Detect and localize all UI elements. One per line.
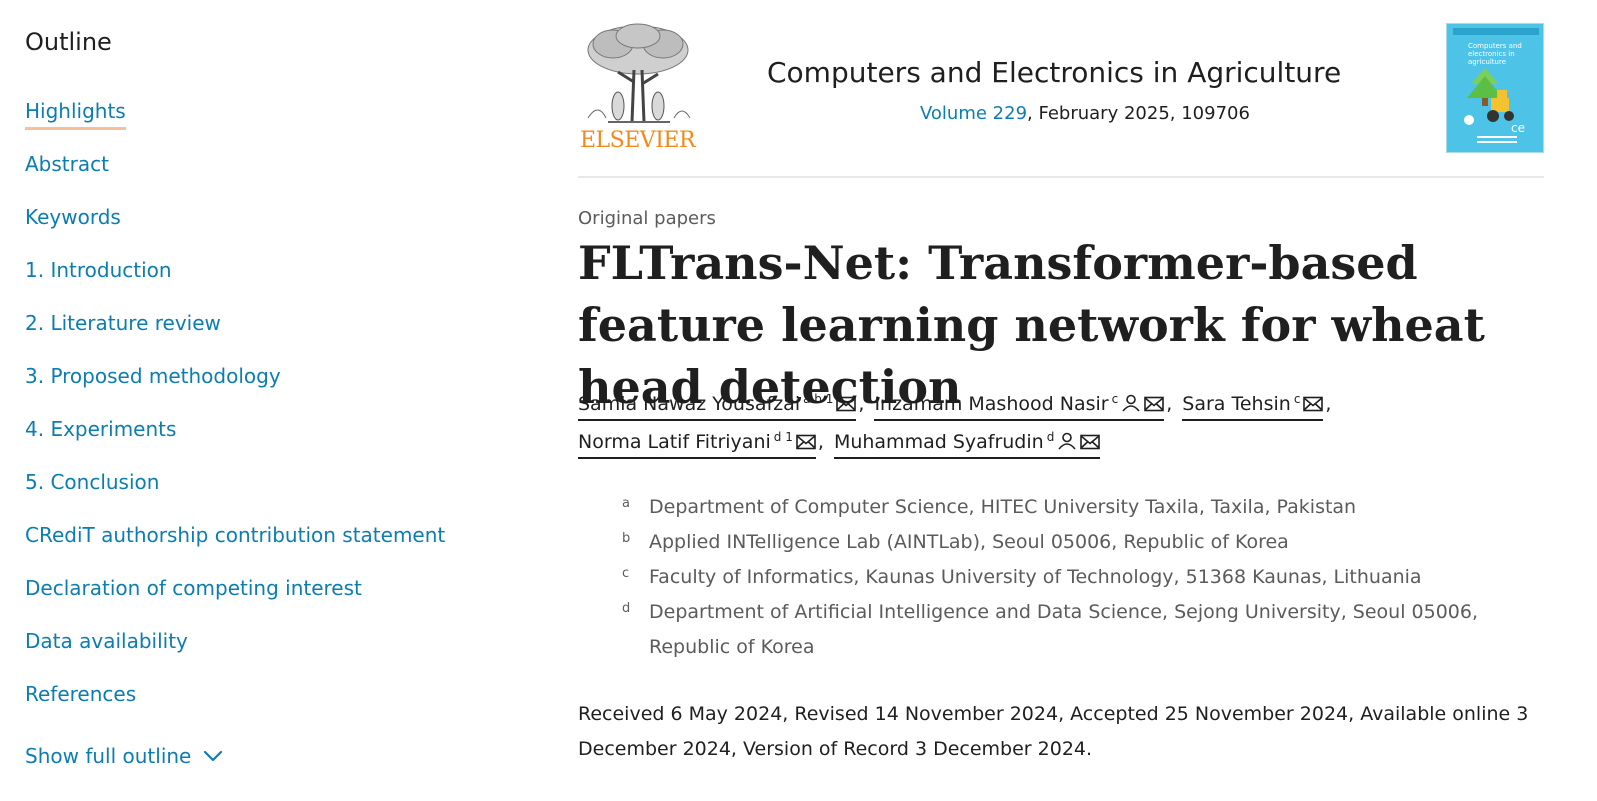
affiliation-item: a Department of Computer Science, HITEC U… <box>622 490 1522 525</box>
chevron-down-icon <box>204 750 223 762</box>
author-name: Muhammad Syafrudin <box>833 431 1044 453</box>
author-separator: , <box>858 393 865 415</box>
header-divider <box>578 176 1544 178</box>
volume-link[interactable]: Volume 229 <box>920 103 1027 124</box>
affiliation-text: Faculty of Informatics, Kaunas Universit… <box>649 566 1422 588</box>
outline-item-abstract[interactable]: Abstract <box>25 150 109 178</box>
author-name: Samia Nawaz Yousafzai <box>578 393 801 415</box>
person-icon <box>1058 432 1076 450</box>
affiliation-label: d <box>622 601 631 616</box>
author-affiliation-marks: d 1 <box>773 430 793 444</box>
author-name: Inzamam Mashood Nasir <box>874 393 1109 415</box>
affiliation-label: c <box>622 566 630 581</box>
affiliation-item: c Faculty of Informatics, Kaunas Universi… <box>622 560 1522 595</box>
publisher-name: ELSEVIER <box>580 128 696 153</box>
author-link[interactable]: Muhammad Syafrudin d <box>833 422 1101 459</box>
article-type: Original papers <box>578 208 716 229</box>
author-list: Samia Nawaz Yousafzai a b 1, Inzamam Mash… <box>578 384 1538 460</box>
affiliation-label: b <box>622 531 631 546</box>
affiliation-text: Department of Computer Science, HITEC Un… <box>649 496 1357 518</box>
author-affiliation-marks: c <box>1293 392 1301 406</box>
author-link[interactable]: Samia Nawaz Yousafzai a b 1 <box>578 384 857 421</box>
author-affiliation-marks: a b 1 <box>803 392 834 406</box>
outline-title: Outline <box>25 28 112 56</box>
cover-artwork: ce <box>1453 28 1539 143</box>
author-link[interactable]: Norma Latif Fitriyani d 1 <box>578 422 816 459</box>
envelope-icon <box>796 434 816 450</box>
affiliation-label: a <box>622 496 630 511</box>
show-full-outline-button[interactable]: Show full outline <box>25 744 223 768</box>
author-separator: , <box>1166 393 1173 415</box>
journal-issue-info: Volume 229, February 2025, 109706 <box>920 103 1250 124</box>
person-icon <box>1122 394 1140 412</box>
outline-item-proposed-methodology[interactable]: 3. Proposed methodology <box>25 362 281 390</box>
tree-logo-icon <box>587 23 691 123</box>
outline-item-introduction[interactable]: 1. Introduction <box>25 256 172 284</box>
author-affiliation-marks: d <box>1046 430 1055 444</box>
affiliation-text: Department of Artificial Intelligence an… <box>649 601 1479 658</box>
author-link[interactable]: Sara Tehsin c <box>1182 384 1324 421</box>
author-name: Norma Latif Fitriyani <box>578 431 771 453</box>
issue-date-article-number: , February 2025, 109706 <box>1027 103 1250 124</box>
outline-item-keywords[interactable]: Keywords <box>25 203 121 231</box>
outline-item-conclusion[interactable]: 5. Conclusion <box>25 468 159 496</box>
author-affiliation-marks: c <box>1111 392 1119 406</box>
journal-title[interactable]: Computers and Electronics in Agriculture <box>767 56 1341 89</box>
outline-item-highlights[interactable]: Highlights <box>25 97 126 130</box>
affiliation-text: Applied INTelligence Lab (AINTLab), Seou… <box>649 531 1289 553</box>
envelope-icon <box>836 396 857 412</box>
author-link[interactable]: Inzamam Mashood Nasir c <box>874 384 1165 421</box>
outline-item-competing-interest[interactable]: Declaration of competing interest <box>25 574 362 602</box>
publisher-logo[interactable]: ELSEVIER <box>578 22 698 157</box>
outline-item-credit-statement[interactable]: CRediT authorship contribution statement <box>25 521 445 549</box>
envelope-icon <box>1080 434 1101 450</box>
envelope-icon <box>1303 396 1324 412</box>
author-separator: , <box>817 431 824 453</box>
show-full-outline-label: Show full outline <box>25 744 192 768</box>
svg-text:ce: ce <box>1511 121 1525 135</box>
outline-item-literature-review[interactable]: 2. Literature review <box>25 309 221 337</box>
outline-item-experiments[interactable]: 4. Experiments <box>25 415 176 443</box>
affiliation-item: b Applied INTelligence Lab (AINTLab), Seo… <box>622 525 1522 560</box>
outline-item-data-availability[interactable]: Data availability <box>25 627 188 655</box>
outline-item-references[interactable]: References <box>25 680 136 708</box>
journal-cover-image[interactable]: Computers and electronics in agriculture… <box>1446 23 1544 153</box>
affiliation-list: a Department of Computer Science, HITEC U… <box>622 490 1522 665</box>
author-separator: , <box>1325 393 1332 415</box>
author-name: Sara Tehsin <box>1182 393 1291 415</box>
affiliation-item: d Department of Artificial Intelligence a… <box>622 595 1522 665</box>
article-history: Received 6 May 2024, Revised 14 November… <box>578 703 1529 760</box>
envelope-icon <box>1144 396 1164 412</box>
